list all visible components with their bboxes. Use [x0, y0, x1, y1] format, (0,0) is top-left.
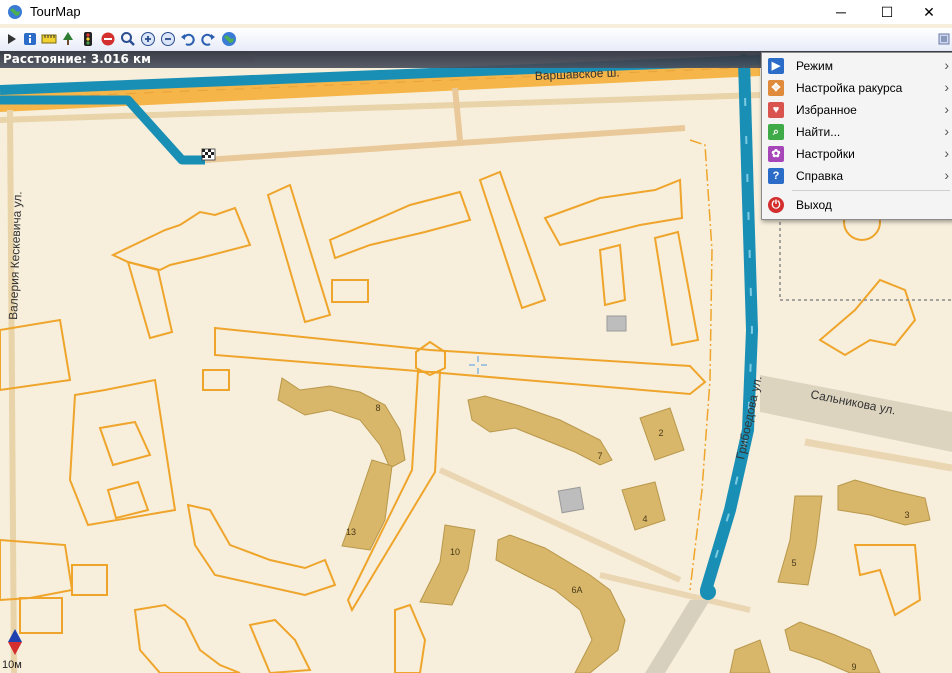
- play-icon[interactable]: [4, 31, 20, 47]
- ruler-icon[interactable]: [41, 31, 57, 47]
- window-title: TourMap: [30, 4, 81, 19]
- chevron-right-icon: ›: [944, 79, 949, 95]
- chevron-right-icon: ›: [944, 123, 949, 139]
- help-icon: ?: [768, 168, 784, 184]
- toolbar: [0, 28, 952, 52]
- gear-icon: ✿: [768, 146, 784, 162]
- menu-item-exit[interactable]: ⏻ Выход: [762, 194, 952, 216]
- house-number: 13: [346, 527, 356, 537]
- house-number: 10: [450, 547, 460, 557]
- house-number: 8: [375, 403, 380, 413]
- chevron-right-icon: ›: [944, 145, 949, 161]
- power-icon: ⏻: [768, 197, 784, 213]
- minimize-button[interactable]: ─: [818, 0, 864, 24]
- zoom-out-icon[interactable]: [160, 31, 176, 47]
- house-number: 7: [597, 451, 602, 461]
- house-number: 9: [851, 662, 856, 672]
- chevron-right-icon: ›: [944, 57, 949, 73]
- house-number: 3: [904, 510, 909, 520]
- maximize-button[interactable]: ☐: [864, 0, 910, 24]
- perspective-icon: ✥: [768, 80, 784, 96]
- title-bar: TourMap ─ ☐ ✕: [0, 0, 952, 24]
- menu-item-settings[interactable]: ✿ Настройки ›: [762, 143, 952, 165]
- house-number: 4: [642, 514, 647, 524]
- search-icon: ⌕: [768, 124, 784, 140]
- house-number: 2: [658, 428, 663, 438]
- house-number: 6А: [571, 585, 582, 595]
- map-scale: 10м: [2, 659, 22, 671]
- chevron-right-icon: ›: [944, 101, 949, 117]
- house-number: 5: [791, 558, 796, 568]
- finish-flag-icon: [201, 148, 216, 161]
- redo-icon[interactable]: [200, 31, 216, 47]
- search-icon[interactable]: [120, 31, 136, 47]
- tree-icon[interactable]: [60, 31, 76, 47]
- zoom-in-icon[interactable]: [140, 31, 156, 47]
- menu-item-mode[interactable]: ▶ Режим ›: [762, 55, 952, 77]
- distance-text: Расстояние: 3.016 км: [3, 52, 151, 66]
- menu-item-find[interactable]: ⌕ Найти... ›: [762, 121, 952, 143]
- main-menu: ▶ Режим › ✥ Настройка ракурса › ♥ Избран…: [761, 52, 952, 220]
- close-button[interactable]: ✕: [906, 0, 952, 24]
- play-icon: ▶: [768, 58, 784, 74]
- menu-list-icon[interactable]: [938, 33, 950, 45]
- info-icon[interactable]: [22, 31, 38, 47]
- globe-icon: [8, 5, 22, 19]
- menu-separator: [792, 190, 950, 191]
- compass-icon[interactable]: [7, 629, 23, 655]
- globe-icon[interactable]: [221, 31, 237, 47]
- traffic-light-icon[interactable]: [80, 31, 96, 47]
- menu-item-view-settings[interactable]: ✥ Настройка ракурса ›: [762, 77, 952, 99]
- stop-icon[interactable]: [100, 31, 116, 47]
- menu-item-favorites[interactable]: ♥ Избранное ›: [762, 99, 952, 121]
- chevron-right-icon: ›: [944, 167, 949, 183]
- menu-item-help[interactable]: ? Справка ›: [762, 165, 952, 187]
- heart-icon: ♥: [768, 102, 784, 118]
- undo-icon[interactable]: [180, 31, 196, 47]
